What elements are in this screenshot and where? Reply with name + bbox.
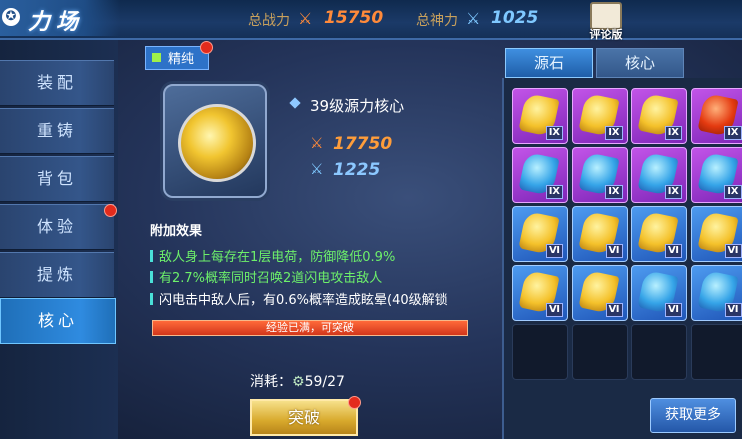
grade-badge: Ⅸ bbox=[545, 126, 563, 140]
quality-label: 精纯 bbox=[168, 52, 195, 67]
nav-item-refine[interactable]: 提炼 bbox=[0, 252, 114, 298]
tab-core[interactable]: 核心 bbox=[596, 48, 684, 78]
total-spirit-value: 1025 bbox=[491, 8, 539, 28]
page-title: 力场 bbox=[28, 10, 85, 35]
notification-dot bbox=[200, 41, 213, 54]
force-field-icon: ✪ bbox=[2, 8, 20, 26]
review-board-button[interactable]: 评论版 bbox=[578, 0, 634, 42]
sword-icon: ⚔ bbox=[298, 9, 313, 28]
sword-icon: ⚔ bbox=[310, 134, 324, 152]
energy-core-icon bbox=[178, 104, 256, 182]
grade-badge: Ⅸ bbox=[724, 185, 742, 199]
quality-indicator bbox=[152, 53, 161, 62]
progress-text: 经验已满，可突破 bbox=[266, 321, 354, 334]
source-stone-slot[interactable]: Ⅵ bbox=[571, 265, 628, 321]
source-stone-slot[interactable]: Ⅸ bbox=[631, 88, 687, 144]
side-nav: 装配 重铸 背包 体验 提炼 核心 bbox=[0, 40, 118, 439]
nav-item-trial[interactable]: 体验 bbox=[0, 204, 114, 250]
blade-icon: ⚔ bbox=[310, 160, 324, 178]
grade-badge: Ⅵ bbox=[665, 303, 682, 317]
core-item-slot[interactable] bbox=[163, 84, 267, 198]
cost-row: 消耗：⚙59/27 bbox=[250, 371, 345, 391]
source-stone-slot[interactable]: Ⅵ bbox=[512, 265, 568, 321]
nav-item-equip[interactable]: 装配 bbox=[0, 60, 114, 106]
material-icon: ⚙ bbox=[292, 374, 305, 390]
source-stone-slot[interactable]: Ⅸ bbox=[631, 147, 687, 203]
nav-item-backpack[interactable]: 背包 bbox=[0, 156, 114, 202]
total-spirit-label: 总神力 bbox=[416, 13, 458, 29]
grade-badge: Ⅸ bbox=[664, 126, 682, 140]
grade-badge: Ⅵ bbox=[546, 303, 563, 317]
grade-badge: Ⅸ bbox=[724, 126, 742, 140]
tab-source-stone[interactable]: 源石 bbox=[505, 48, 593, 78]
notification-dot bbox=[348, 396, 361, 409]
source-stone-slot[interactable]: Ⅵ bbox=[631, 206, 687, 262]
source-stone-slot[interactable]: Ⅵ bbox=[631, 265, 687, 321]
grade-badge: Ⅵ bbox=[665, 244, 682, 258]
source-stone-slot[interactable]: Ⅸ bbox=[571, 147, 628, 203]
item-spirit-value: 1225 bbox=[333, 160, 381, 180]
source-stone-slot[interactable]: Ⅵ bbox=[690, 206, 742, 262]
nav-item-reforge[interactable]: 重铸 bbox=[0, 108, 114, 154]
breakthrough-button[interactable]: 突破 bbox=[250, 399, 358, 436]
grade-badge: Ⅵ bbox=[546, 244, 563, 258]
source-stone-slot[interactable]: Ⅵ bbox=[690, 265, 742, 321]
top-bar: ✪ 力场 总战力 ⚔ 15750 总神力 ⚔ 1025 评论版 bbox=[0, 0, 742, 42]
source-stone-slot[interactable]: Ⅸ bbox=[690, 88, 742, 144]
notification-dot bbox=[104, 204, 117, 217]
source-stone-slot[interactable]: Ⅵ bbox=[512, 206, 568, 262]
get-more-button[interactable]: 获取更多 bbox=[650, 398, 736, 433]
nav-item-core[interactable]: 核心 bbox=[0, 298, 116, 344]
grade-badge: Ⅵ bbox=[605, 303, 623, 317]
cost-value: 59/27 bbox=[304, 374, 345, 390]
blade-icon: ⚔ bbox=[466, 9, 481, 28]
cost-label: 消耗： bbox=[250, 374, 292, 390]
grade-badge: Ⅵ bbox=[724, 303, 742, 317]
grade-badge: Ⅸ bbox=[605, 126, 623, 140]
source-stone-slot[interactable]: Ⅸ bbox=[690, 147, 742, 203]
review-board-label: 评论版 bbox=[589, 28, 623, 41]
effect-line: 有2.7%概率同时召唤2道闪电攻击敌人 bbox=[150, 267, 382, 286]
grade-badge: Ⅵ bbox=[605, 244, 623, 258]
diamond-bullet-icon bbox=[289, 97, 301, 109]
empty-slot bbox=[631, 324, 687, 380]
exp-progress-bar: 经验已满，可突破 bbox=[152, 320, 468, 336]
grade-badge: Ⅸ bbox=[605, 185, 623, 199]
empty-slot bbox=[512, 324, 568, 380]
source-stone-slot[interactable]: Ⅵ bbox=[571, 206, 628, 262]
source-stone-slot[interactable]: Ⅸ bbox=[512, 147, 568, 203]
total-power-value: 15750 bbox=[324, 8, 384, 28]
source-stone-slot[interactable]: Ⅸ bbox=[571, 88, 628, 144]
title-banner: ✪ 力场 bbox=[0, 0, 120, 36]
total-power-label: 总战力 bbox=[248, 13, 290, 29]
item-name: 39级源力核心 bbox=[310, 97, 405, 115]
grade-badge: Ⅸ bbox=[664, 185, 682, 199]
grade-badge: Ⅸ bbox=[545, 185, 563, 199]
source-stone-slot[interactable]: Ⅸ bbox=[512, 88, 568, 144]
effect-line: 敌人身上每存在1层电荷，防御降低0.9% bbox=[150, 246, 395, 265]
extra-effects-title: 附加效果 bbox=[150, 224, 203, 239]
effect-line: 闪电击中敌人后，有0.6%概率造成眩晕(40级解锁 bbox=[150, 289, 468, 308]
item-power-value: 17750 bbox=[333, 134, 393, 154]
grade-badge: Ⅵ bbox=[724, 244, 742, 258]
empty-slot bbox=[690, 324, 742, 380]
empty-slot bbox=[571, 324, 628, 380]
